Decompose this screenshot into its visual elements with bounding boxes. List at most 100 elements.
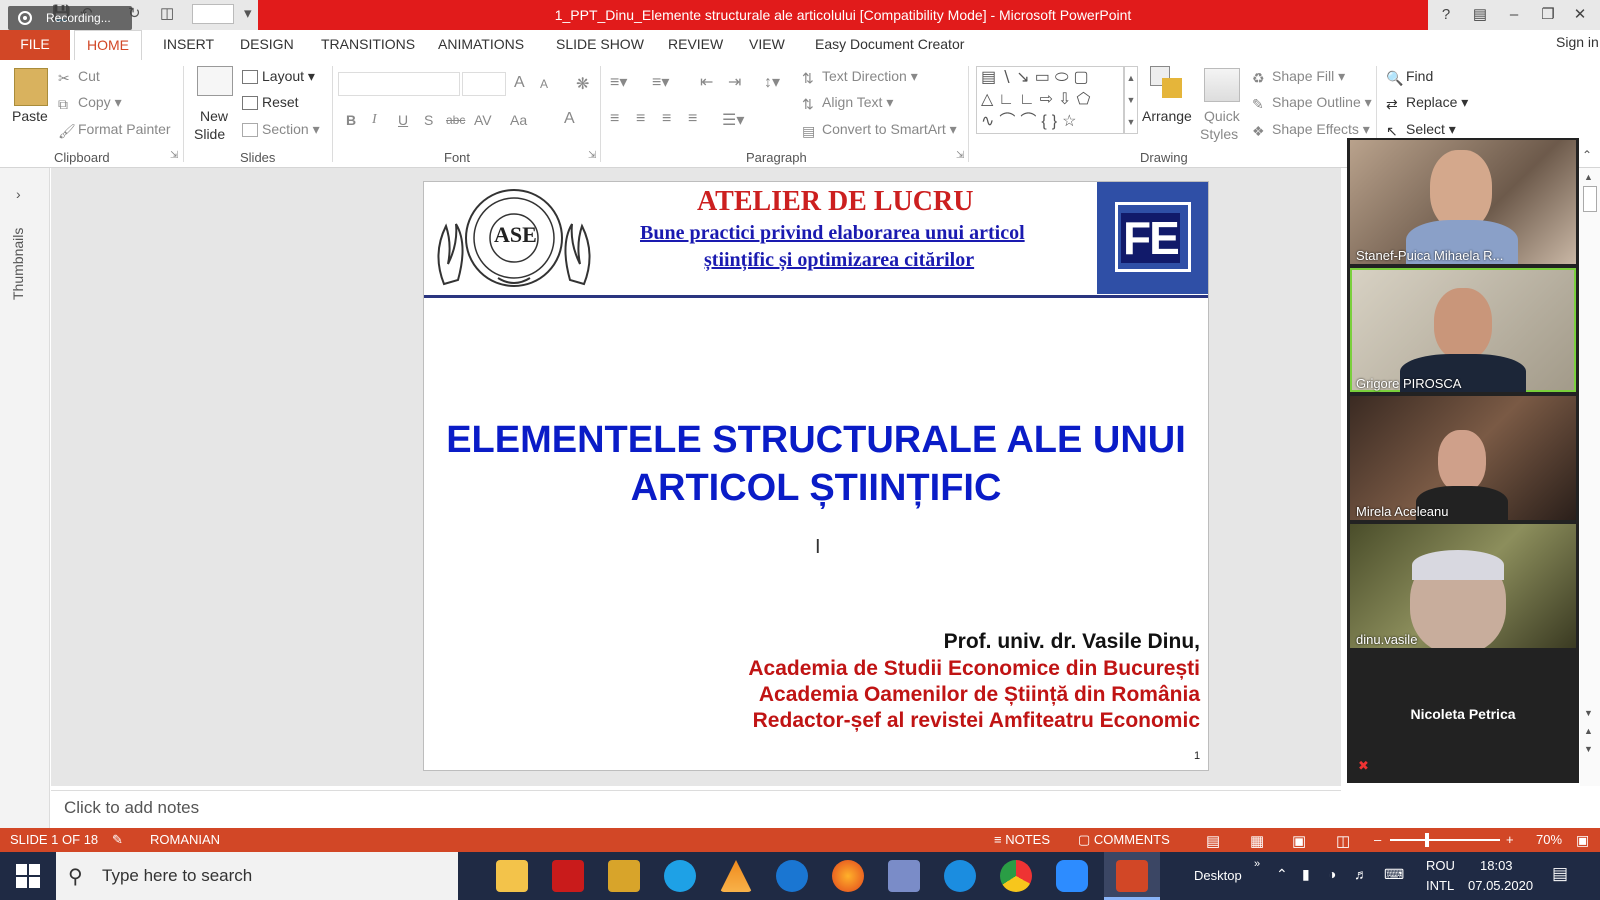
zoom-slider-track[interactable] — [1390, 839, 1500, 841]
restore-icon[interactable]: ❐ — [1534, 4, 1562, 26]
firefox-icon[interactable] — [832, 860, 864, 892]
minimize-icon[interactable]: – — [1500, 4, 1528, 26]
zoom-level[interactable]: 70% — [1536, 832, 1562, 847]
quick-styles-label-1[interactable]: Quick — [1204, 108, 1240, 124]
help-button[interactable]: ? — [1432, 4, 1460, 26]
clock-date[interactable]: 07.05.2020 — [1468, 878, 1533, 893]
action-center-icon[interactable]: ▤ — [1552, 864, 1568, 884]
shape-effects-button[interactable]: ❖ Shape Effects ▾ — [1252, 121, 1370, 139]
shapes-gallery-scroll[interactable]: ▲ ▼ ▼ — [1124, 66, 1138, 134]
align-left-icon[interactable]: ≡ — [610, 110, 619, 128]
slide-sorter-icon[interactable]: ▦ — [1250, 832, 1264, 850]
tab-review[interactable]: REVIEW — [656, 30, 735, 60]
slide-affiliation-3[interactable]: Redactor-șef al revistei Amfiteatru Econ… — [600, 709, 1200, 733]
bold-button[interactable]: B — [346, 112, 356, 128]
quick-styles-icon[interactable] — [1204, 68, 1240, 102]
text-direction-button[interactable]: ⇅ Text Direction ▾ — [802, 68, 918, 86]
convert-smartart-button[interactable]: ▤ Convert to SmartArt ▾ — [802, 121, 957, 139]
thumbnails-label[interactable]: Thumbnails — [10, 220, 40, 300]
battery-icon[interactable]: ▮ — [1302, 866, 1310, 883]
align-text-button[interactable]: ⇅ Align Text ▾ — [802, 94, 893, 112]
clipboard-launcher-icon[interactable]: ⇲ — [170, 150, 178, 161]
decrease-indent-icon[interactable]: ⇤ — [700, 72, 713, 92]
increase-indent-icon[interactable]: ⇥ — [728, 72, 741, 92]
skype-icon[interactable] — [664, 860, 696, 892]
collapse-ribbon-icon[interactable]: ⌃ — [1582, 148, 1592, 162]
notes-pane[interactable] — [51, 790, 1341, 828]
select-button[interactable]: ↖ Select ▾ — [1386, 121, 1456, 139]
shape-outline-button[interactable]: ✎ Shape Outline ▾ — [1252, 94, 1372, 112]
italic-button[interactable]: I — [372, 112, 377, 128]
tab-design[interactable]: DESIGN — [228, 30, 306, 60]
acrobat-icon[interactable] — [552, 860, 584, 892]
zoom-out-icon[interactable]: – — [1374, 832, 1381, 847]
spelling-check-icon[interactable]: ✎ — [112, 832, 123, 848]
font-size-combo[interactable] — [462, 72, 506, 96]
new-slide-label-2[interactable]: Slide — [194, 126, 225, 142]
cut-button[interactable]: ✂ Cut — [58, 68, 100, 86]
slide-author[interactable]: Prof. univ. dr. Vasile Dinu, — [600, 630, 1200, 654]
customize-qat-icon[interactable]: ▾ — [244, 4, 252, 22]
video-tile[interactable]: dinu.vasile — [1350, 524, 1576, 648]
reset-button[interactable]: Reset — [242, 94, 299, 111]
tab-slide-show[interactable]: SLIDE SHOW — [544, 30, 656, 60]
strikethrough-button[interactable]: abc — [446, 113, 465, 127]
copy-button[interactable]: ⧉ Copy ▾ — [58, 94, 122, 112]
notes-placeholder[interactable]: Click to add notes — [64, 798, 199, 818]
teamviewer-icon[interactable] — [944, 860, 976, 892]
slideshow-view-icon[interactable]: ◫ — [1336, 832, 1350, 850]
wifi-icon[interactable]: ◑ — [1328, 866, 1336, 882]
comments-toggle[interactable]: ▢ COMMENTS — [1078, 832, 1170, 848]
line-spacing-icon[interactable]: ↕▾ — [764, 72, 780, 92]
bullets-icon[interactable]: ≡▾ — [610, 72, 627, 92]
replace-button[interactable]: ⇄ Replace ▾ — [1386, 94, 1468, 112]
zoom-in-icon[interactable]: + — [1506, 832, 1514, 847]
font-color-button[interactable]: A — [564, 110, 575, 128]
grow-font-button[interactable]: A — [514, 74, 525, 92]
volume-icon[interactable]: ♬ — [1354, 866, 1368, 882]
shape-fill-button[interactable]: ♻ Shape Fill ▾ — [1252, 68, 1345, 86]
tab-transitions[interactable]: TRANSITIONS — [309, 30, 427, 60]
notes-toggle[interactable]: ≡ NOTES — [994, 832, 1050, 847]
format-painter-button[interactable]: 🖌 Format Painter — [58, 121, 171, 139]
tab-view[interactable]: VIEW — [737, 30, 797, 60]
shrink-font-button[interactable]: A — [540, 77, 548, 91]
show-hidden-icons-icon[interactable]: ⌃ — [1276, 866, 1288, 883]
tab-animations[interactable]: ANIMATIONS — [426, 30, 536, 60]
windows-start-icon[interactable] — [16, 864, 40, 888]
input-language-2[interactable]: INTL — [1426, 878, 1454, 893]
start-from-beginning-icon[interactable]: ◫ — [160, 4, 174, 22]
paste-button[interactable]: Paste — [12, 108, 48, 124]
next-slide-icon[interactable]: ▼ — [1584, 744, 1593, 754]
underline-button[interactable]: U — [398, 112, 408, 128]
close-icon[interactable]: ✕ — [1566, 4, 1594, 26]
clear-formatting-icon[interactable]: ❋ — [576, 74, 589, 94]
video-tile[interactable]: Mirela Aceleanu — [1350, 396, 1576, 520]
new-slide-icon[interactable] — [197, 66, 233, 96]
vertical-scrollbar[interactable] — [1580, 168, 1600, 786]
ribbon-display-options-icon[interactable]: ▤ — [1466, 4, 1494, 26]
keyboard-icon[interactable]: ⌨ — [1384, 866, 1404, 883]
slide-affiliation-2[interactable]: Academia Oamenilor de Știință din Români… — [600, 683, 1200, 707]
file-explorer-icon[interactable] — [496, 860, 528, 892]
sign-in-link[interactable]: Sign in — [1556, 34, 1599, 50]
slide-main-title-line-1[interactable]: ELEMENTELE STRUCTURALE ALE UNUI — [424, 416, 1208, 464]
scroll-thumb[interactable] — [1583, 186, 1597, 212]
change-case-button[interactable]: Aa — [510, 112, 527, 128]
scroll-down-icon[interactable]: ▼ — [1584, 708, 1593, 718]
video-tile[interactable]: Stanef-Puica Mihaela R... — [1350, 140, 1576, 264]
paragraph-launcher-icon[interactable]: ⇲ — [956, 150, 964, 161]
expand-thumbnails-icon[interactable]: › — [16, 186, 21, 202]
toolbar-expand-icon[interactable]: » — [1254, 858, 1260, 870]
input-language-1[interactable]: ROU — [1426, 858, 1455, 873]
zoom-app-icon[interactable] — [1056, 860, 1088, 892]
numbering-icon[interactable]: ≡▾ — [652, 72, 669, 92]
zoom-slider-thumb[interactable] — [1424, 833, 1429, 847]
chrome-icon[interactable] — [1000, 860, 1032, 892]
layout-button[interactable]: Layout ▾ — [242, 68, 315, 85]
internet-explorer-icon[interactable] — [776, 860, 808, 892]
reading-view-icon[interactable]: ▣ — [1292, 832, 1306, 850]
justify-icon[interactable]: ≡ — [688, 110, 697, 128]
scroll-up-icon[interactable]: ▲ — [1584, 172, 1593, 182]
quick-styles-label-2[interactable]: Styles — [1200, 126, 1238, 142]
